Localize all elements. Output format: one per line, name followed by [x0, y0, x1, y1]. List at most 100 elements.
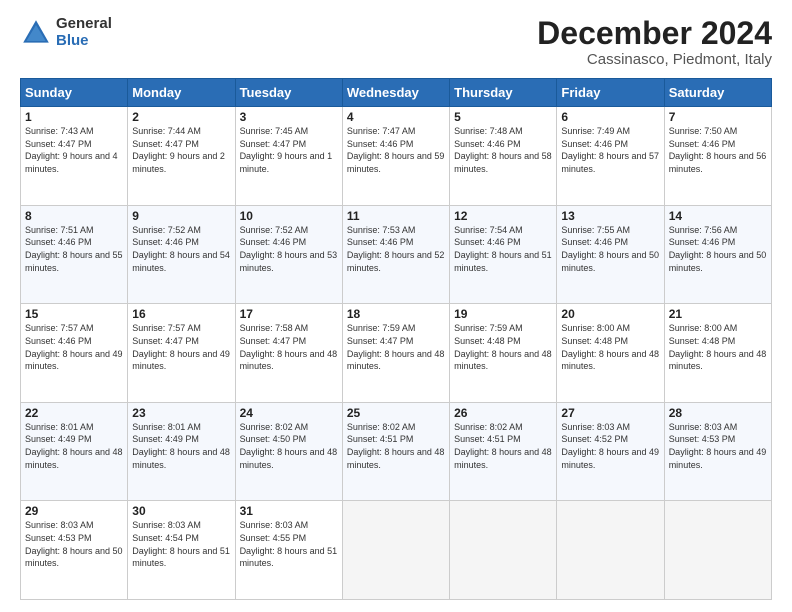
day-number: 25	[347, 406, 445, 420]
logo: General Blue	[20, 16, 112, 49]
day-number: 24	[240, 406, 338, 420]
calendar-cell	[342, 501, 449, 600]
calendar-cell	[450, 501, 557, 600]
day-number: 29	[25, 504, 123, 518]
day-number: 7	[669, 110, 767, 124]
day-number: 21	[669, 307, 767, 321]
day-info: Sunrise: 7:47 AMSunset: 4:46 PMDaylight:…	[347, 126, 445, 174]
calendar-cell: 20 Sunrise: 8:00 AMSunset: 4:48 PMDaylig…	[557, 304, 664, 403]
day-number: 3	[240, 110, 338, 124]
day-number: 12	[454, 209, 552, 223]
day-number: 14	[669, 209, 767, 223]
day-header-monday: Monday	[128, 79, 235, 107]
day-number: 13	[561, 209, 659, 223]
day-info: Sunrise: 8:03 AMSunset: 4:55 PMDaylight:…	[240, 520, 338, 568]
calendar-cell: 30 Sunrise: 8:03 AMSunset: 4:54 PMDaylig…	[128, 501, 235, 600]
day-header-thursday: Thursday	[450, 79, 557, 107]
calendar-table: SundayMondayTuesdayWednesdayThursdayFrid…	[20, 78, 772, 600]
day-number: 20	[561, 307, 659, 321]
calendar-cell: 22 Sunrise: 8:01 AMSunset: 4:49 PMDaylig…	[21, 402, 128, 501]
calendar-cell: 7 Sunrise: 7:50 AMSunset: 4:46 PMDayligh…	[664, 107, 771, 206]
calendar-cell: 10 Sunrise: 7:52 AMSunset: 4:46 PMDaylig…	[235, 205, 342, 304]
calendar-cell: 14 Sunrise: 7:56 AMSunset: 4:46 PMDaylig…	[664, 205, 771, 304]
week-row-1: 1 Sunrise: 7:43 AMSunset: 4:47 PMDayligh…	[21, 107, 772, 206]
day-number: 30	[132, 504, 230, 518]
day-number: 18	[347, 307, 445, 321]
page: General Blue December 2024 Cassinasco, P…	[0, 0, 792, 612]
calendar-cell: 19 Sunrise: 7:59 AMSunset: 4:48 PMDaylig…	[450, 304, 557, 403]
day-number: 4	[347, 110, 445, 124]
calendar-cell: 31 Sunrise: 8:03 AMSunset: 4:55 PMDaylig…	[235, 501, 342, 600]
day-info: Sunrise: 7:59 AMSunset: 4:47 PMDaylight:…	[347, 323, 445, 371]
calendar-cell: 26 Sunrise: 8:02 AMSunset: 4:51 PMDaylig…	[450, 402, 557, 501]
calendar-cell	[557, 501, 664, 600]
day-info: Sunrise: 7:57 AMSunset: 4:46 PMDaylight:…	[25, 323, 123, 371]
day-header-friday: Friday	[557, 79, 664, 107]
calendar-cell: 15 Sunrise: 7:57 AMSunset: 4:46 PMDaylig…	[21, 304, 128, 403]
day-info: Sunrise: 8:01 AMSunset: 4:49 PMDaylight:…	[132, 422, 230, 470]
calendar-cell: 12 Sunrise: 7:54 AMSunset: 4:46 PMDaylig…	[450, 205, 557, 304]
day-number: 1	[25, 110, 123, 124]
calendar-cell: 29 Sunrise: 8:03 AMSunset: 4:53 PMDaylig…	[21, 501, 128, 600]
day-number: 16	[132, 307, 230, 321]
day-header-row: SundayMondayTuesdayWednesdayThursdayFrid…	[21, 79, 772, 107]
day-number: 31	[240, 504, 338, 518]
day-info: Sunrise: 8:03 AMSunset: 4:53 PMDaylight:…	[669, 422, 767, 470]
day-info: Sunrise: 7:57 AMSunset: 4:47 PMDaylight:…	[132, 323, 230, 371]
day-info: Sunrise: 8:00 AMSunset: 4:48 PMDaylight:…	[561, 323, 659, 371]
logo-general: General	[56, 16, 112, 33]
day-number: 5	[454, 110, 552, 124]
calendar-cell: 27 Sunrise: 8:03 AMSunset: 4:52 PMDaylig…	[557, 402, 664, 501]
day-info: Sunrise: 7:50 AMSunset: 4:46 PMDaylight:…	[669, 126, 767, 174]
calendar-cell: 21 Sunrise: 8:00 AMSunset: 4:48 PMDaylig…	[664, 304, 771, 403]
main-title: December 2024	[537, 16, 772, 51]
day-info: Sunrise: 7:56 AMSunset: 4:46 PMDaylight:…	[669, 225, 767, 273]
day-info: Sunrise: 7:54 AMSunset: 4:46 PMDaylight:…	[454, 225, 552, 273]
day-info: Sunrise: 8:03 AMSunset: 4:52 PMDaylight:…	[561, 422, 659, 470]
week-row-4: 22 Sunrise: 8:01 AMSunset: 4:49 PMDaylig…	[21, 402, 772, 501]
title-block: December 2024 Cassinasco, Piedmont, Ital…	[537, 16, 772, 68]
day-info: Sunrise: 7:51 AMSunset: 4:46 PMDaylight:…	[25, 225, 123, 273]
calendar-cell: 13 Sunrise: 7:55 AMSunset: 4:46 PMDaylig…	[557, 205, 664, 304]
day-info: Sunrise: 7:59 AMSunset: 4:48 PMDaylight:…	[454, 323, 552, 371]
calendar-cell: 6 Sunrise: 7:49 AMSunset: 4:46 PMDayligh…	[557, 107, 664, 206]
calendar-cell: 16 Sunrise: 7:57 AMSunset: 4:47 PMDaylig…	[128, 304, 235, 403]
day-header-saturday: Saturday	[664, 79, 771, 107]
day-number: 11	[347, 209, 445, 223]
calendar-cell: 11 Sunrise: 7:53 AMSunset: 4:46 PMDaylig…	[342, 205, 449, 304]
calendar-cell: 17 Sunrise: 7:58 AMSunset: 4:47 PMDaylig…	[235, 304, 342, 403]
day-info: Sunrise: 8:01 AMSunset: 4:49 PMDaylight:…	[25, 422, 123, 470]
day-info: Sunrise: 7:49 AMSunset: 4:46 PMDaylight:…	[561, 126, 659, 174]
day-info: Sunrise: 7:52 AMSunset: 4:46 PMDaylight:…	[132, 225, 230, 273]
day-info: Sunrise: 8:03 AMSunset: 4:53 PMDaylight:…	[25, 520, 123, 568]
day-number: 23	[132, 406, 230, 420]
day-number: 19	[454, 307, 552, 321]
calendar-cell: 28 Sunrise: 8:03 AMSunset: 4:53 PMDaylig…	[664, 402, 771, 501]
day-info: Sunrise: 8:03 AMSunset: 4:54 PMDaylight:…	[132, 520, 230, 568]
day-number: 6	[561, 110, 659, 124]
calendar-cell: 9 Sunrise: 7:52 AMSunset: 4:46 PMDayligh…	[128, 205, 235, 304]
day-number: 22	[25, 406, 123, 420]
day-info: Sunrise: 7:53 AMSunset: 4:46 PMDaylight:…	[347, 225, 445, 273]
day-number: 10	[240, 209, 338, 223]
week-row-3: 15 Sunrise: 7:57 AMSunset: 4:46 PMDaylig…	[21, 304, 772, 403]
day-number: 17	[240, 307, 338, 321]
subtitle: Cassinasco, Piedmont, Italy	[537, 51, 772, 68]
day-info: Sunrise: 8:00 AMSunset: 4:48 PMDaylight:…	[669, 323, 767, 371]
calendar-cell: 23 Sunrise: 8:01 AMSunset: 4:49 PMDaylig…	[128, 402, 235, 501]
day-info: Sunrise: 8:02 AMSunset: 4:51 PMDaylight:…	[347, 422, 445, 470]
week-row-5: 29 Sunrise: 8:03 AMSunset: 4:53 PMDaylig…	[21, 501, 772, 600]
logo-text: General Blue	[56, 16, 112, 49]
day-number: 15	[25, 307, 123, 321]
calendar-cell: 1 Sunrise: 7:43 AMSunset: 4:47 PMDayligh…	[21, 107, 128, 206]
calendar-cell	[664, 501, 771, 600]
calendar-cell: 4 Sunrise: 7:47 AMSunset: 4:46 PMDayligh…	[342, 107, 449, 206]
calendar-cell: 2 Sunrise: 7:44 AMSunset: 4:47 PMDayligh…	[128, 107, 235, 206]
day-number: 8	[25, 209, 123, 223]
day-number: 9	[132, 209, 230, 223]
day-info: Sunrise: 7:55 AMSunset: 4:46 PMDaylight:…	[561, 225, 659, 273]
header: General Blue December 2024 Cassinasco, P…	[20, 16, 772, 68]
day-info: Sunrise: 7:58 AMSunset: 4:47 PMDaylight:…	[240, 323, 338, 371]
day-number: 28	[669, 406, 767, 420]
logo-blue: Blue	[56, 33, 112, 50]
